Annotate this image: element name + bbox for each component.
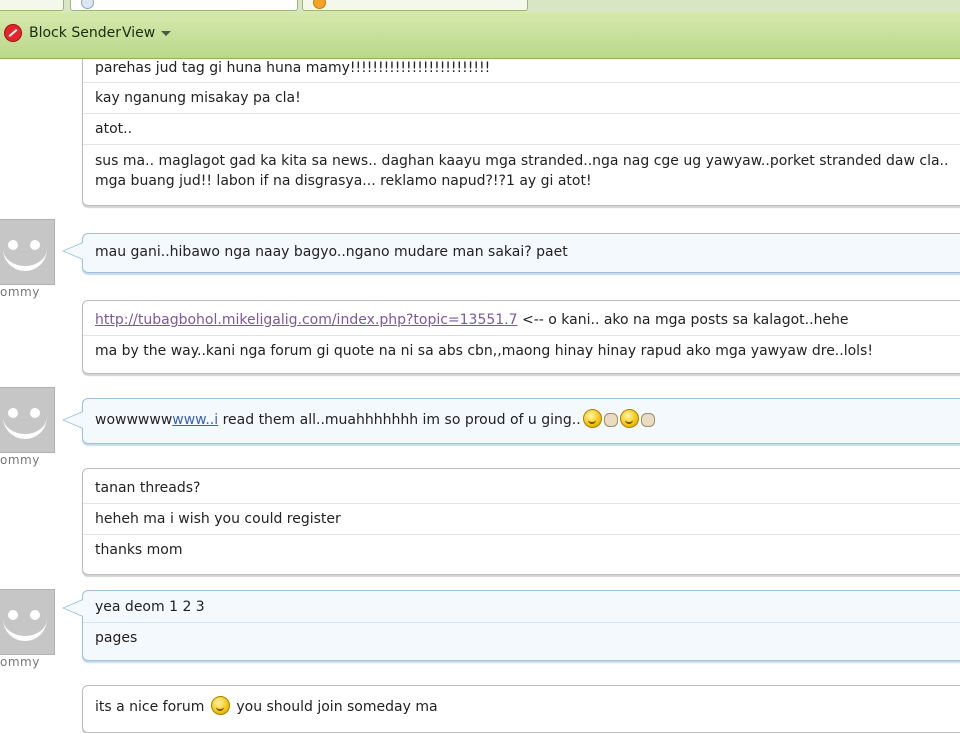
message-text: <-- o kani.. ako na mga posts sa kalagot… xyxy=(517,312,849,328)
tab-previous[interactable] xyxy=(0,0,64,11)
message-bubble: mau gani..hibawo nga naay bagyo..ngano m… xyxy=(62,233,960,273)
message-bubble: parehas jud tag gi huna huna mamy!!!!!!!… xyxy=(82,59,960,206)
tab-strip xyxy=(0,0,960,12)
message-text: its a nice forum xyxy=(95,699,209,715)
tab-current-conversation[interactable] xyxy=(70,0,298,11)
smiley-icon xyxy=(582,409,602,428)
default-avatar-icon xyxy=(0,387,55,453)
bubble-pointer xyxy=(62,411,83,429)
view-menu-label: View xyxy=(122,25,156,41)
message-line: pages xyxy=(95,630,138,646)
www-link[interactable]: www..i xyxy=(172,412,218,428)
message-line: atot.. xyxy=(83,114,960,145)
message-bubble: wowwwwwwww..i read them all..muahhhhhhh … xyxy=(62,398,960,444)
bubble-pointer xyxy=(62,599,83,617)
message-text: wowwwww xyxy=(95,412,173,428)
block-sender-button[interactable]: Block Sender xyxy=(2,22,121,44)
smiley-icon xyxy=(619,409,639,428)
clap-hand-icon xyxy=(603,413,618,427)
message-line: sus ma.. maglagot gad ka kita sa news.. … xyxy=(95,153,949,189)
block-sender-label: Block Sender xyxy=(29,25,121,41)
chevron-down-icon xyxy=(161,30,172,36)
default-avatar-icon xyxy=(0,219,55,285)
message-line: heheh ma i wish you could register xyxy=(83,504,960,535)
contact-icon xyxy=(81,0,94,9)
message-line: parehas jud tag gi huna huna mamy!!!!!!!… xyxy=(83,59,960,83)
message-bubble: yea deom 1 2 3 pages xyxy=(62,590,960,661)
forum-link[interactable]: http://tubagbohol.mikeligalig.com/index.… xyxy=(95,312,518,328)
message-line: ma by the way..kani nga forum gi quote n… xyxy=(95,343,873,359)
clap-hand-icon xyxy=(640,413,655,427)
message-line: mau gani..hibawo nga naay bagyo..ngano m… xyxy=(95,244,568,260)
message-line: tanan threads? xyxy=(83,469,960,504)
smiley-icon xyxy=(313,0,326,9)
conversation-history[interactable]: parehas jud tag gi huna huna mamy!!!!!!!… xyxy=(0,59,960,733)
sender-name: ommy xyxy=(0,655,40,669)
message-line: kay nganung misakay pa cla! xyxy=(83,83,960,114)
view-menu-button[interactable]: View xyxy=(122,22,172,44)
sender-name: ommy xyxy=(0,453,40,467)
message-bubble: tanan threads? heheh ma i wish you could… xyxy=(82,468,960,575)
default-avatar-icon xyxy=(0,589,55,655)
message-line: http://tubagbohol.mikeligalig.com/index.… xyxy=(83,301,960,336)
bubble-pointer xyxy=(62,242,83,260)
block-icon xyxy=(4,24,22,42)
smiley-icon xyxy=(210,696,230,715)
message-text: read them all..muahhhhhhh im so proud of… xyxy=(218,412,581,428)
message-line: its a nice forum you should join someday… xyxy=(83,686,960,722)
message-line: wowwwwwwww..i read them all..muahhhhhhh … xyxy=(83,399,960,435)
message-line: thanks mom xyxy=(95,542,183,558)
tab-other-conversation[interactable] xyxy=(302,0,528,11)
message-bubble: its a nice forum you should join someday… xyxy=(82,685,960,733)
sender-name: ommy xyxy=(0,285,40,299)
conversation-toolbar: Block Sender View xyxy=(0,12,960,59)
message-bubble: http://tubagbohol.mikeligalig.com/index.… xyxy=(82,300,960,374)
message-line: yea deom 1 2 3 xyxy=(83,591,960,623)
message-text: you should join someday ma xyxy=(231,699,438,715)
